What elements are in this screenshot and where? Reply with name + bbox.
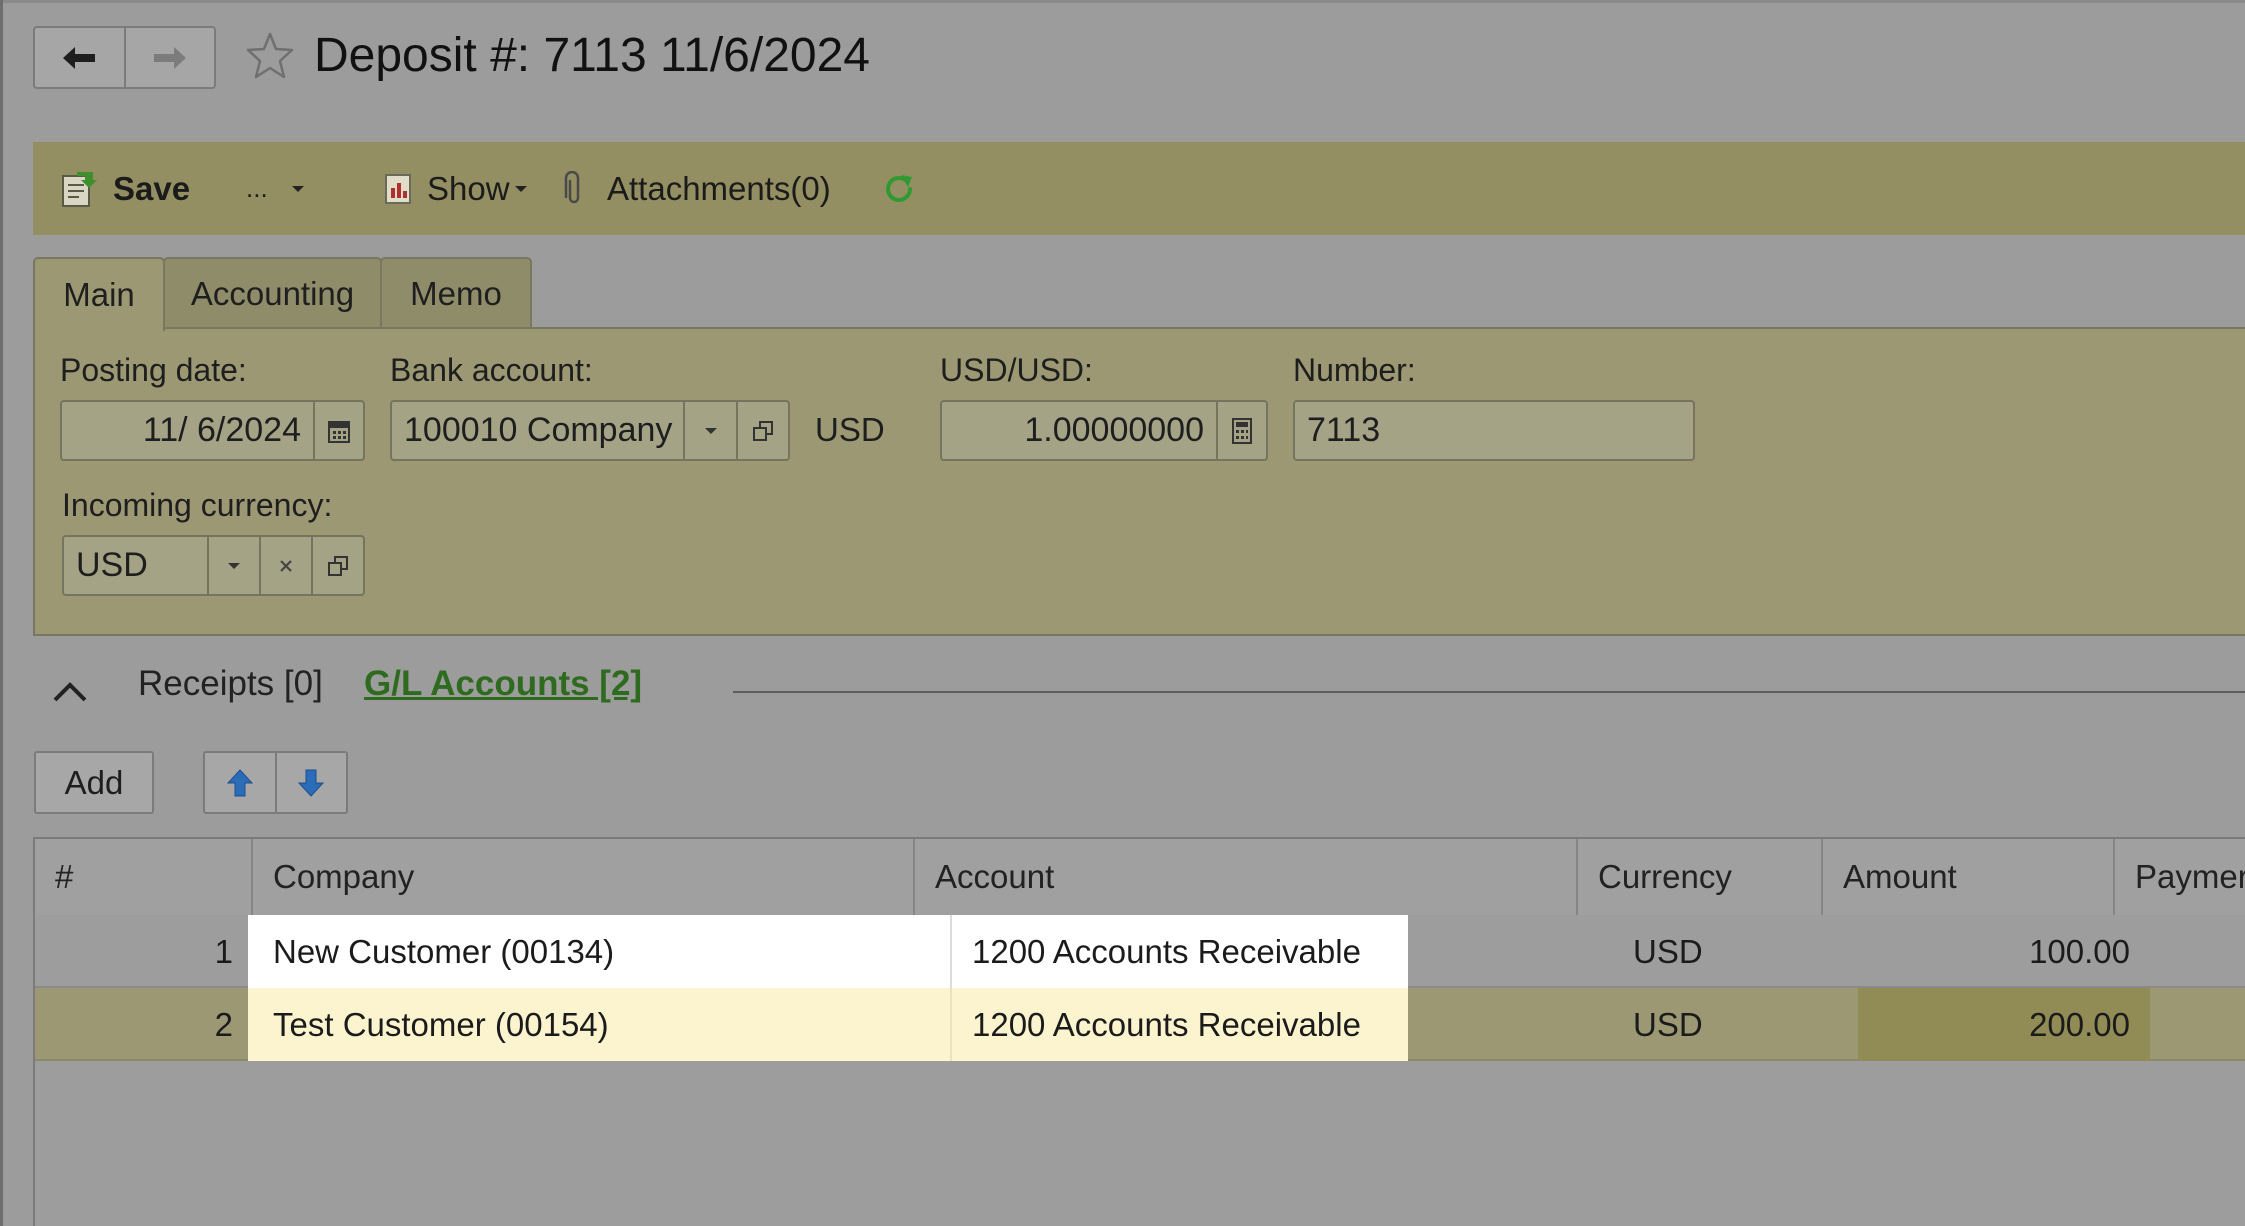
favorite-star-icon[interactable]	[244, 30, 296, 82]
column-header-number[interactable]: #	[35, 839, 253, 915]
page-title: Deposit #: 7113 11/6/2024	[314, 29, 870, 82]
tab-main[interactable]: Main	[33, 257, 165, 331]
posting-date-label: Posting date:	[60, 352, 247, 388]
posting-date-field[interactable]: 11/ 6/2024	[60, 400, 365, 461]
company-cell[interactable]: Test Customer (00154)	[248, 988, 950, 1061]
show-menu-button[interactable]: Show	[383, 142, 528, 235]
chevron-up-icon	[53, 682, 87, 702]
column-header-account[interactable]: Account	[915, 839, 1578, 915]
receipts-tab[interactable]: Receipts [0]	[138, 664, 323, 704]
bank-account-field[interactable]: 100010 Company	[390, 400, 790, 461]
incoming-currency-value: USD	[76, 546, 148, 584]
number-value: 7113	[1307, 411, 1381, 449]
window-top-border	[0, 0, 2245, 3]
row-order-group	[203, 751, 348, 814]
attachments-button[interactable]: Attachments(0)	[563, 142, 831, 235]
company-cell[interactable]: New Customer (00134)	[248, 915, 950, 988]
number-field[interactable]: 7113	[1293, 400, 1695, 461]
bank-account-label: Bank account:	[390, 352, 593, 388]
more-label: ...	[246, 173, 268, 203]
column-header-company[interactable]: Company	[253, 839, 915, 915]
save-document-icon	[62, 171, 97, 207]
bank-account-value: 100010 Company	[404, 411, 673, 449]
save-label: Save	[113, 169, 191, 207]
clear-currency-button[interactable]	[259, 537, 311, 594]
window-left-border	[0, 0, 3, 1226]
open-window-icon	[328, 555, 348, 576]
incoming-currency-open-button[interactable]	[311, 537, 363, 594]
history-nav	[33, 26, 216, 89]
close-icon	[280, 559, 292, 572]
row-number-cell: 2	[214, 1005, 233, 1043]
arrow-right-icon	[153, 46, 186, 69]
calculator-icon	[1232, 417, 1252, 444]
tab-accounting-label: Accounting	[190, 275, 355, 312]
calculator-button[interactable]	[1216, 402, 1266, 459]
back-button[interactable]	[35, 28, 124, 87]
row-number-cell: 1	[214, 932, 233, 970]
calendar-icon	[328, 420, 350, 443]
section-divider	[733, 691, 2245, 693]
table-row-selected[interactable]: 2 Test Customer (00154) 1200 Accounts Re…	[35, 988, 2245, 1061]
refresh-button[interactable]	[881, 142, 917, 235]
amount-cell[interactable]: 100.00	[1858, 915, 2150, 988]
save-button[interactable]: Save	[59, 142, 190, 235]
add-label: Add	[64, 763, 124, 801]
number-label: Number:	[1293, 352, 1416, 388]
exchange-rate-field[interactable]: 1.00000000	[940, 400, 1268, 461]
caret-down-icon	[704, 427, 717, 434]
more-actions-button[interactable]: ...	[246, 142, 306, 235]
report-icon	[385, 173, 411, 204]
paperclip-icon	[564, 170, 580, 203]
caret-down-icon	[291, 185, 304, 192]
column-header-payment[interactable]: Paymer	[2115, 839, 2245, 915]
arrow-left-icon	[63, 46, 96, 69]
gl-accounts-tab[interactable]: G/L Accounts [2]	[364, 664, 642, 704]
command-toolbar: Save ... Show Attachments(0)	[33, 142, 2245, 235]
bank-currency-label: USD	[815, 411, 885, 448]
column-header-amount[interactable]: Amount	[1823, 839, 2115, 915]
currency-cell[interactable]: USD	[1613, 988, 1858, 1061]
arrow-up-icon	[226, 768, 253, 796]
refresh-icon	[886, 174, 912, 202]
calendar-button[interactable]	[313, 402, 363, 459]
bank-account-open-button[interactable]	[736, 402, 788, 459]
account-cell[interactable]: 1200 Accounts Receivable	[950, 915, 1408, 988]
add-row-button[interactable]: Add	[34, 751, 154, 814]
tab-main-label: Main	[63, 276, 135, 313]
tab-memo[interactable]: Memo	[380, 257, 532, 329]
show-label: Show	[427, 169, 510, 207]
move-down-button[interactable]	[274, 753, 347, 812]
arrow-down-icon	[298, 769, 325, 797]
forward-button[interactable]	[123, 28, 215, 87]
column-header-currency[interactable]: Currency	[1578, 839, 1823, 915]
caret-down-icon	[514, 185, 527, 192]
exchange-rate-value: 1.00000000	[1024, 411, 1204, 449]
move-up-button[interactable]	[205, 753, 275, 812]
caret-down-icon	[228, 562, 240, 569]
currency-cell[interactable]: USD	[1613, 915, 1858, 988]
attachments-label: Attachments(0)	[607, 169, 831, 207]
tab-accounting[interactable]: Accounting	[163, 257, 382, 329]
collapse-section-button[interactable]	[50, 676, 90, 706]
incoming-currency-dropdown-button[interactable]	[207, 537, 259, 594]
bank-account-dropdown-button[interactable]	[683, 402, 736, 459]
open-window-icon	[753, 420, 773, 441]
incoming-currency-field[interactable]: USD	[62, 535, 365, 596]
table-row[interactable]: 1 New Customer (00134) 1200 Accounts Rec…	[35, 915, 2245, 988]
tab-memo-label: Memo	[410, 275, 502, 312]
amount-cell-active[interactable]: 200.00	[1858, 988, 2150, 1061]
incoming-currency-label: Incoming currency:	[62, 487, 333, 523]
exchange-rate-label: USD/USD:	[940, 352, 1093, 388]
posting-date-value: 11/ 6/2024	[142, 411, 301, 449]
account-cell[interactable]: 1200 Accounts Receivable	[950, 988, 1408, 1061]
